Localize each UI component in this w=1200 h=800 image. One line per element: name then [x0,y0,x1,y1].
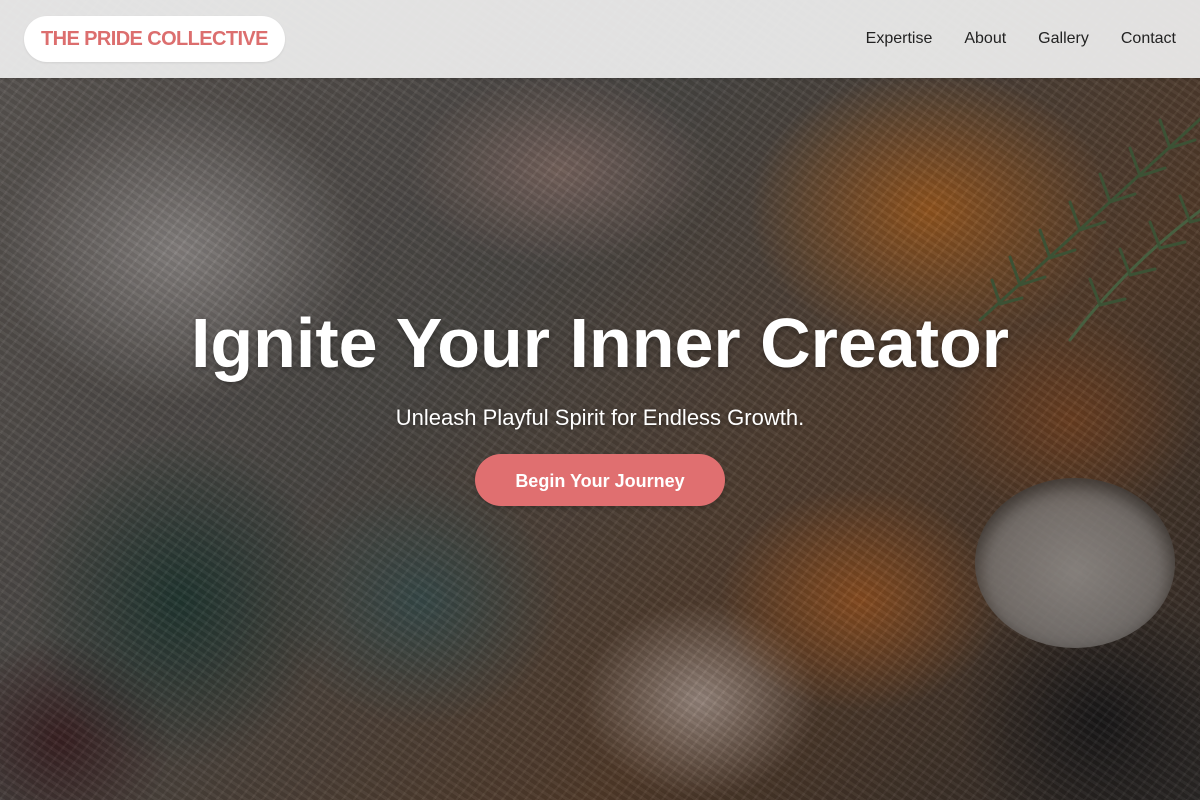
top-navbar: THE PRIDE COLLECTIVE Expertise About Gal… [0,0,1200,78]
nav-link-expertise[interactable]: Expertise [866,30,933,48]
nav-link-about[interactable]: About [964,30,1006,48]
begin-journey-button[interactable]: Begin Your Journey [475,454,725,506]
nav-link-gallery[interactable]: Gallery [1038,30,1089,48]
hero-title: Ignite Your Inner Creator [190,304,1010,382]
nav-links: Expertise About Gallery Contact [866,0,1176,78]
hero-subtitle: Unleash Playful Spirit for Endless Growt… [395,405,805,430]
brand-logo-text: THE PRIDE COLLECTIVE [41,27,269,50]
nav-link-contact[interactable]: Contact [1121,30,1176,48]
hero-content: Ignite Your Inner Creator Unleash Playfu… [0,300,1200,506]
brand-logo[interactable]: THE PRIDE COLLECTIVE [24,16,285,62]
hero-section: Ignite Your Inner Creator Unleash Playfu… [0,0,1200,800]
